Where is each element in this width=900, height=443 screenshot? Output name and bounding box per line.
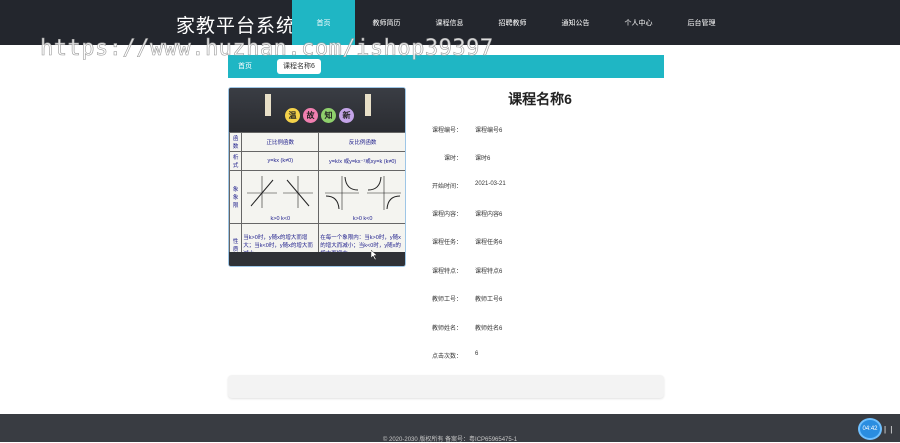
image-ball: 新 — [339, 108, 354, 123]
mouse-cursor-icon — [371, 250, 378, 260]
action-panel — [228, 375, 664, 398]
image-graph-cell: k>0 k<0 — [241, 170, 320, 224]
hyperbola-graph-icon — [324, 176, 401, 210]
course-image: 温 故 知 新 函数 正比例函数 反比例函数 析式 y=kx (k≠0) y=k… — [228, 87, 406, 267]
course-title: 课程名称6 — [508, 91, 572, 107]
image-clip — [265, 94, 271, 116]
image-ball: 知 — [321, 108, 336, 123]
field-label-hours: 课时： — [443, 156, 462, 162]
image-table-cell: 析式 — [229, 151, 243, 171]
image-ball: 温 — [285, 108, 300, 123]
watermark-url: https://www.huzhan.com/ishop39397 — [40, 36, 494, 62]
breadcrumb-current: 课程名称6 — [277, 59, 321, 74]
field-label-start-time: 开始时间： — [431, 184, 462, 190]
image-ball: 故 — [303, 108, 318, 123]
image-header-strip: 温 故 知 新 — [229, 88, 405, 132]
linear-graph-icon — [247, 176, 314, 208]
field-value-course-no: 课程编号6 — [475, 128, 503, 134]
image-table-cell: 正比例函数 — [241, 132, 320, 152]
image-clip — [365, 94, 371, 116]
field-value-start-time: 2021-03-21 — [475, 181, 506, 187]
field-value-task: 课程任务6 — [475, 240, 503, 246]
image-table-cell: y=kx (k≠0) — [241, 151, 320, 171]
pause-icon[interactable]: | | — [884, 425, 893, 434]
image-bottom-strip — [229, 250, 405, 266]
nav-admin[interactable]: 后台管理 — [670, 0, 733, 45]
field-value-teacher-id: 教师工号6 — [475, 297, 503, 303]
footer: © 2020-2030 版权所有 备案号：粤ICP65965475-1 — [0, 414, 900, 443]
field-value-teacher-name: 教师姓名6 — [475, 326, 503, 332]
nav-personal-center[interactable]: 个人中心 — [607, 0, 670, 45]
image-table-cell: 反比例函数 — [318, 132, 405, 152]
image-graph-caption: k>0 k<0 — [352, 216, 373, 222]
image-table-cell: 象 象限 — [229, 170, 243, 224]
field-value-content: 课程内容6 — [475, 212, 503, 218]
field-label-click-count: 点击次数： — [431, 354, 462, 360]
image-graph-cell: k>0 k<0 — [318, 170, 405, 224]
field-label-features: 课程特点： — [431, 269, 462, 275]
field-label-task: 课程任务： — [431, 240, 462, 246]
image-graph-caption: k>0 k<0 — [270, 216, 291, 222]
recording-timer-badge[interactable]: 04:42 — [858, 418, 882, 440]
field-label-teacher-name: 教师姓名： — [431, 326, 462, 332]
field-label-content: 课程内容： — [431, 212, 462, 218]
breadcrumb-home[interactable]: 首页 — [238, 61, 252, 71]
field-value-features: 课程特点6 — [475, 269, 503, 275]
nav-notices[interactable]: 通知公告 — [544, 0, 607, 45]
field-value-click-count: 6 — [475, 351, 479, 357]
field-label-teacher-id: 教师工号： — [431, 297, 462, 303]
site-logo[interactable]: 家教平台系统 — [176, 11, 296, 38]
field-label-course-no: 课程编号： — [431, 128, 462, 134]
image-table-cell: y=k/x 或y=kx⁻¹或xy=k (k≠0) — [318, 151, 405, 171]
image-function-table: 函数 正比例函数 反比例函数 析式 y=kx (k≠0) y=k/x 或y=kx… — [229, 132, 405, 266]
field-value-hours: 课时6 — [475, 156, 491, 162]
image-table-cell: 函数 — [229, 132, 243, 152]
